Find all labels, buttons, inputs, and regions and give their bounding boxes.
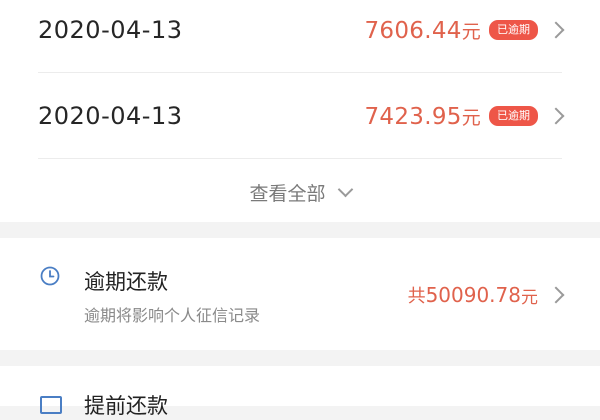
repayment-record-row[interactable]: 2020-04-13 7423.95元 已逾期 xyxy=(38,86,565,146)
divider xyxy=(38,158,562,159)
view-all-label: 查看全部 xyxy=(249,182,326,205)
chevron-right-icon xyxy=(547,107,565,125)
total-value: 50090.78 xyxy=(425,283,521,307)
overdue-subtitle: 逾期将影响个人征信记录 xyxy=(84,306,261,325)
prepay-item[interactable]: 提前还款 xyxy=(0,366,600,418)
record-amount-unit: 元 xyxy=(461,106,481,129)
prepay-title: 提前还款 xyxy=(84,394,168,418)
view-all-button[interactable]: 查看全部 xyxy=(0,172,600,212)
calendar-icon xyxy=(40,396,62,414)
overdue-repayment-item[interactable]: 逾期还款 逾期将影响个人征信记录 共 50090.78 元 xyxy=(0,238,600,350)
record-date: 2020-04-13 xyxy=(38,16,183,44)
record-amount-group: 7423.95元 已逾期 xyxy=(364,103,565,130)
record-amount-value: 7606.44 xyxy=(364,17,462,44)
chevron-right-icon xyxy=(547,286,565,304)
overdue-badge: 已逾期 xyxy=(489,106,538,126)
record-amount-group: 7606.44元 已逾期 xyxy=(364,17,565,44)
overdue-title: 逾期还款 xyxy=(84,270,168,294)
repayment-record-row[interactable]: 2020-04-13 7606.44元 已逾期 xyxy=(38,0,565,60)
record-date: 2020-04-13 xyxy=(38,102,183,130)
total-prefix: 共 xyxy=(407,286,426,307)
record-amount-value: 7423.95 xyxy=(364,103,462,130)
record-amount-unit: 元 xyxy=(461,20,481,43)
record-amount: 7606.44元 xyxy=(364,17,481,44)
overdue-total: 共 50090.78 元 xyxy=(407,282,565,308)
clock-icon xyxy=(40,266,60,286)
divider xyxy=(38,72,562,73)
total-unit: 元 xyxy=(521,287,538,308)
record-amount: 7423.95元 xyxy=(364,103,481,130)
overdue-badge: 已逾期 xyxy=(489,20,538,40)
chevron-right-icon xyxy=(547,21,565,39)
repayment-records-card: 2020-04-13 7606.44元 已逾期 2020-04-13 7423.… xyxy=(0,0,600,222)
chevron-down-icon xyxy=(337,181,353,197)
